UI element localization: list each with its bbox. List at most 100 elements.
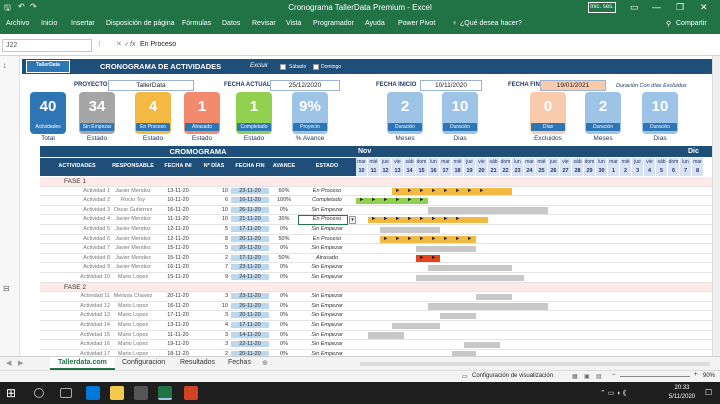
cell-estado[interactable]: En Proceso bbox=[299, 188, 355, 194]
gantt-bar[interactable] bbox=[392, 322, 440, 329]
cell-dias[interactable]: 3 bbox=[200, 293, 230, 299]
cell-av[interactable]: 0% bbox=[270, 303, 298, 309]
vertical-scrollbar[interactable] bbox=[712, 56, 720, 356]
tab-datos[interactable]: Datos bbox=[222, 20, 240, 27]
cell-ini[interactable]: 10-11-20 bbox=[158, 197, 198, 203]
cell-resp[interactable]: Mario Lopez bbox=[110, 341, 156, 347]
store-icon[interactable] bbox=[134, 386, 148, 400]
gantt-bar[interactable] bbox=[428, 303, 548, 310]
cell-ini[interactable]: 19-11-20 bbox=[158, 341, 198, 347]
cell-estado[interactable]: Atrasado bbox=[299, 255, 355, 261]
system-tray-icons[interactable]: ⌃ ▭ ◖ ⟪ bbox=[600, 389, 626, 397]
cell-resp[interactable]: Mario Lopez bbox=[110, 312, 156, 318]
zoom-slider[interactable] bbox=[620, 376, 690, 377]
cell-av[interactable]: 0% bbox=[270, 322, 298, 328]
normal-view-icon[interactable]: ▦ bbox=[572, 373, 578, 380]
cell-ini[interactable]: 12-11-20 bbox=[158, 236, 198, 242]
cell-ini[interactable]: 12-11-20 bbox=[158, 226, 198, 232]
ribbon-display-icon[interactable]: ▭ bbox=[630, 2, 639, 13]
cell-dias[interactable]: 7 bbox=[200, 264, 230, 270]
cell-fin[interactable]: 21-11-20 bbox=[231, 216, 269, 223]
cell-av[interactable]: 50% bbox=[270, 255, 298, 261]
sheet-tab-configuracion[interactable]: Configuracion bbox=[122, 359, 165, 366]
cell-dias[interactable]: 9 bbox=[200, 274, 230, 280]
windows-start-icon[interactable]: ⊞ bbox=[6, 386, 20, 400]
column-header[interactable]: AVANCE bbox=[270, 163, 298, 169]
cell-fin[interactable]: 20-11-20 bbox=[231, 235, 269, 242]
cell-name[interactable]: Actividad 7 bbox=[44, 245, 110, 251]
zoom-out-icon[interactable]: − bbox=[612, 372, 616, 378]
phase-row[interactable] bbox=[40, 282, 712, 293]
cell-ini[interactable]: 15-11-20 bbox=[158, 255, 198, 261]
tab-insertar[interactable]: Insertar bbox=[71, 20, 95, 27]
column-header[interactable]: Nº DÍAS bbox=[200, 163, 228, 169]
cell-resp[interactable]: Javier Mendez bbox=[110, 226, 156, 232]
cell-fin[interactable]: 23-11-20 bbox=[231, 264, 269, 271]
gantt-bar[interactable] bbox=[440, 312, 476, 320]
formula-input[interactable]: En Proceso bbox=[140, 41, 176, 48]
fx-icon[interactable]: fx bbox=[130, 41, 135, 48]
cell-name[interactable]: Actividad 1 bbox=[44, 188, 110, 194]
column-header[interactable]: ACTIVIDADES bbox=[44, 163, 110, 169]
cell-av[interactable]: 60% bbox=[270, 188, 298, 194]
zoom-level[interactable]: 90% bbox=[703, 373, 715, 379]
cell-name[interactable]: Actividad 13 bbox=[44, 312, 110, 318]
gantt-bar[interactable] bbox=[368, 332, 404, 339]
zoom-in-icon[interactable]: + bbox=[694, 372, 698, 378]
cell-fin[interactable]: 16-11-20 bbox=[231, 197, 269, 204]
enter-icon[interactable]: ✓ bbox=[124, 40, 130, 48]
cell-av[interactable]: 0% bbox=[270, 341, 298, 347]
cell-fin[interactable]: 26-11-20 bbox=[231, 206, 269, 213]
cell-av[interactable]: 50% bbox=[270, 236, 298, 242]
file-explorer-icon[interactable] bbox=[110, 386, 124, 400]
cell-fin[interactable]: 20-11-20 bbox=[231, 245, 269, 252]
cell-dias[interactable]: 10 bbox=[200, 303, 230, 309]
cell-dias[interactable]: 10 bbox=[200, 207, 230, 213]
display-settings-label[interactable]: Configuración de visualización bbox=[472, 373, 553, 379]
cell-ini[interactable]: 13-11-20 bbox=[158, 322, 198, 328]
namebox-dropdown-icon[interactable]: ⋮ bbox=[96, 40, 103, 48]
cancel-icon[interactable]: ✕ bbox=[116, 40, 122, 48]
cell-dias[interactable]: 3 bbox=[200, 332, 230, 338]
phase-row[interactable] bbox=[40, 177, 712, 187]
name-box[interactable]: J22 bbox=[2, 39, 92, 52]
clock-time[interactable]: 20:33 bbox=[664, 385, 700, 391]
exclude-saturday-checkbox[interactable] bbox=[280, 64, 286, 70]
tab-programador[interactable]: Programador bbox=[313, 20, 354, 27]
cell-fin[interactable]: 14-11-20 bbox=[231, 331, 269, 338]
task-view-icon[interactable] bbox=[60, 388, 72, 398]
column-header[interactable]: ESTADO bbox=[299, 163, 355, 169]
cell-estado[interactable]: Completado bbox=[299, 197, 355, 203]
cell-dias[interactable]: 6 bbox=[200, 197, 230, 203]
tab-archivo[interactable]: Archivo bbox=[6, 20, 29, 27]
cell-av[interactable]: 0% bbox=[270, 332, 298, 338]
cell-name[interactable]: Actividad 9 bbox=[44, 264, 110, 270]
cell-av[interactable]: 0% bbox=[270, 245, 298, 251]
notifications-icon[interactable]: ☐ bbox=[705, 388, 712, 397]
gantt-bar[interactable] bbox=[416, 245, 476, 253]
cell-name[interactable]: Actividad 6 bbox=[44, 236, 110, 242]
cell-ini[interactable]: 16-11-20 bbox=[158, 264, 198, 270]
search-icon[interactable] bbox=[34, 388, 44, 398]
tab-formulas[interactable]: Fórmulas bbox=[182, 20, 211, 27]
gantt-bar[interactable] bbox=[476, 293, 512, 301]
next-sheet-icon[interactable]: ▶ bbox=[18, 359, 23, 367]
exclude-sunday-checkbox[interactable] bbox=[313, 64, 319, 70]
cell-estado[interactable]: Sin Empezar bbox=[299, 264, 355, 270]
cell-name[interactable]: Actividad 4 bbox=[44, 216, 110, 222]
minimize-button[interactable]: — bbox=[652, 2, 661, 12]
cell-resp[interactable]: Rocio Toy bbox=[110, 197, 156, 203]
cell-ini[interactable]: 13-11-20 bbox=[158, 188, 198, 194]
fecha-inicio-field[interactable]: 10/11/2020 bbox=[420, 80, 482, 91]
gantt-bar[interactable] bbox=[356, 197, 428, 205]
cell-fin[interactable]: 17-11-20 bbox=[231, 254, 269, 261]
cell-fin[interactable]: 17-11-20 bbox=[231, 322, 269, 328]
cell-av[interactable]: 0% bbox=[270, 293, 298, 299]
cell-estado[interactable]: Sin Empezar bbox=[299, 293, 355, 299]
cell-dias[interactable]: 3 bbox=[200, 341, 230, 347]
outline-level-icon[interactable]: 1 bbox=[3, 64, 6, 70]
sheet-tab-tallerdata[interactable]: Tallerdata.com bbox=[50, 357, 115, 370]
page-layout-icon[interactable]: ▣ bbox=[584, 373, 590, 380]
cell-resp[interactable]: Melissa Chavez bbox=[110, 293, 156, 299]
cell-fin[interactable]: 24-11-20 bbox=[231, 274, 269, 280]
